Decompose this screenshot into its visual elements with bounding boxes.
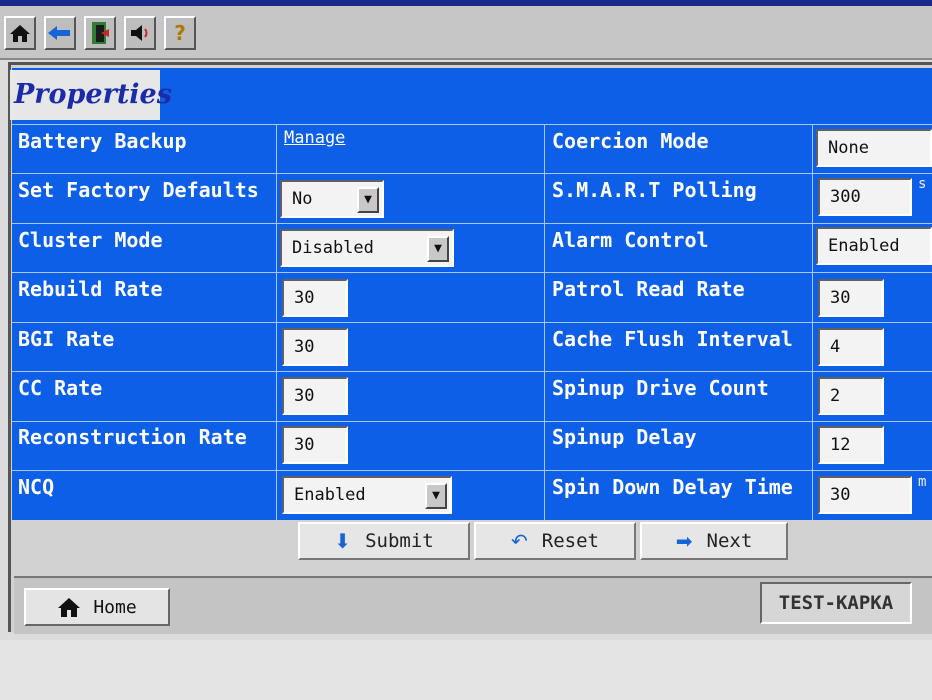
speaker-icon[interactable] (124, 16, 156, 50)
forward-arrow-icon: ➡ (675, 529, 693, 553)
submit-label: Submit (365, 530, 434, 552)
patrol-read-rate-input[interactable]: 30 (818, 279, 884, 317)
label-spinup-delay: Spinup Delay (552, 425, 697, 449)
next-button[interactable]: ➡ Next (640, 522, 788, 560)
spin-down-delay-input[interactable]: 30 (818, 476, 912, 514)
label-cluster-mode: Cluster Mode (18, 228, 163, 252)
spinup-delay-input[interactable]: 12 (818, 426, 884, 464)
dropdown-arrow-icon[interactable]: ▼ (427, 236, 449, 262)
home-button[interactable]: Home (24, 588, 170, 626)
label-rebuild-rate: Rebuild Rate (18, 277, 163, 301)
smart-polling-unit: s (918, 176, 927, 192)
rebuild-rate-input[interactable]: 30 (282, 279, 348, 317)
label-bgi-rate: BGI Rate (18, 327, 115, 351)
reset-label: Reset (541, 530, 599, 552)
cluster-mode-value: Disabled (292, 238, 374, 258)
undo-icon: ↶ (511, 529, 528, 553)
page-title: Properties (10, 70, 172, 120)
label-coercion-mode: Coercion Mode (552, 129, 709, 153)
dropdown-arrow-icon[interactable]: ▼ (425, 483, 447, 509)
screen-bottom-area (0, 640, 932, 700)
manage-battery-link[interactable]: Manage (284, 128, 345, 148)
home-icon[interactable] (4, 16, 36, 50)
properties-grid: Battery Backup Set Factory Defaults Clus… (12, 124, 932, 520)
cluster-mode-select[interactable]: Disabled ▼ (280, 229, 454, 267)
label-alarm-control: Alarm Control (552, 228, 709, 252)
label-set-factory-defaults: Set Factory Defaults (18, 178, 259, 202)
spin-down-delay-unit: m (918, 474, 927, 490)
help-icon[interactable]: ? (164, 16, 196, 50)
factory-defaults-select[interactable]: No ▼ (280, 180, 384, 218)
smart-polling-input[interactable]: 300 (818, 178, 912, 216)
toolbar: ? (0, 6, 932, 60)
cache-flush-interval-input[interactable]: 4 (818, 328, 884, 366)
bgi-rate-input[interactable]: 30 (282, 328, 348, 366)
label-cache-flush-interval: Cache Flush Interval (552, 327, 793, 351)
reconstruction-rate-input[interactable]: 30 (282, 426, 348, 464)
label-battery-backup: Battery Backup (18, 129, 187, 153)
alarm-control-select[interactable]: Enabled (816, 227, 932, 265)
down-arrow-icon: ⬇ (334, 529, 352, 553)
home-icon (58, 598, 81, 617)
label-reconstruction-rate: Reconstruction Rate (18, 425, 247, 449)
ncq-value: Enabled (294, 485, 366, 505)
cc-rate-input[interactable]: 30 (282, 377, 348, 415)
dropdown-arrow-icon[interactable]: ▼ (357, 187, 379, 213)
ncq-select[interactable]: Enabled ▼ (282, 476, 452, 514)
spinup-drive-count-input[interactable]: 2 (818, 377, 884, 415)
exit-door-icon[interactable] (84, 16, 116, 50)
host-name-label: TEST-KAPKA (760, 582, 912, 624)
label-spinup-drive-count: Spinup Drive Count (552, 376, 769, 400)
home-label: Home (93, 596, 137, 618)
factory-defaults-value: No (292, 189, 313, 209)
next-label: Next (706, 530, 753, 552)
reset-button[interactable]: ↶ Reset (474, 522, 636, 560)
label-ncq: NCQ (18, 475, 55, 499)
label-patrol-read-rate: Patrol Read Rate (552, 277, 745, 301)
submit-button[interactable]: ⬇ Submit (298, 522, 470, 560)
label-cc-rate: CC Rate (18, 376, 103, 400)
back-arrow-icon[interactable] (44, 16, 76, 50)
label-smart-polling: S.M.A.R.T Polling (552, 178, 757, 202)
label-spin-down-delay-time: Spin Down Delay Time (552, 475, 793, 499)
coercion-mode-select[interactable]: None (816, 129, 932, 167)
